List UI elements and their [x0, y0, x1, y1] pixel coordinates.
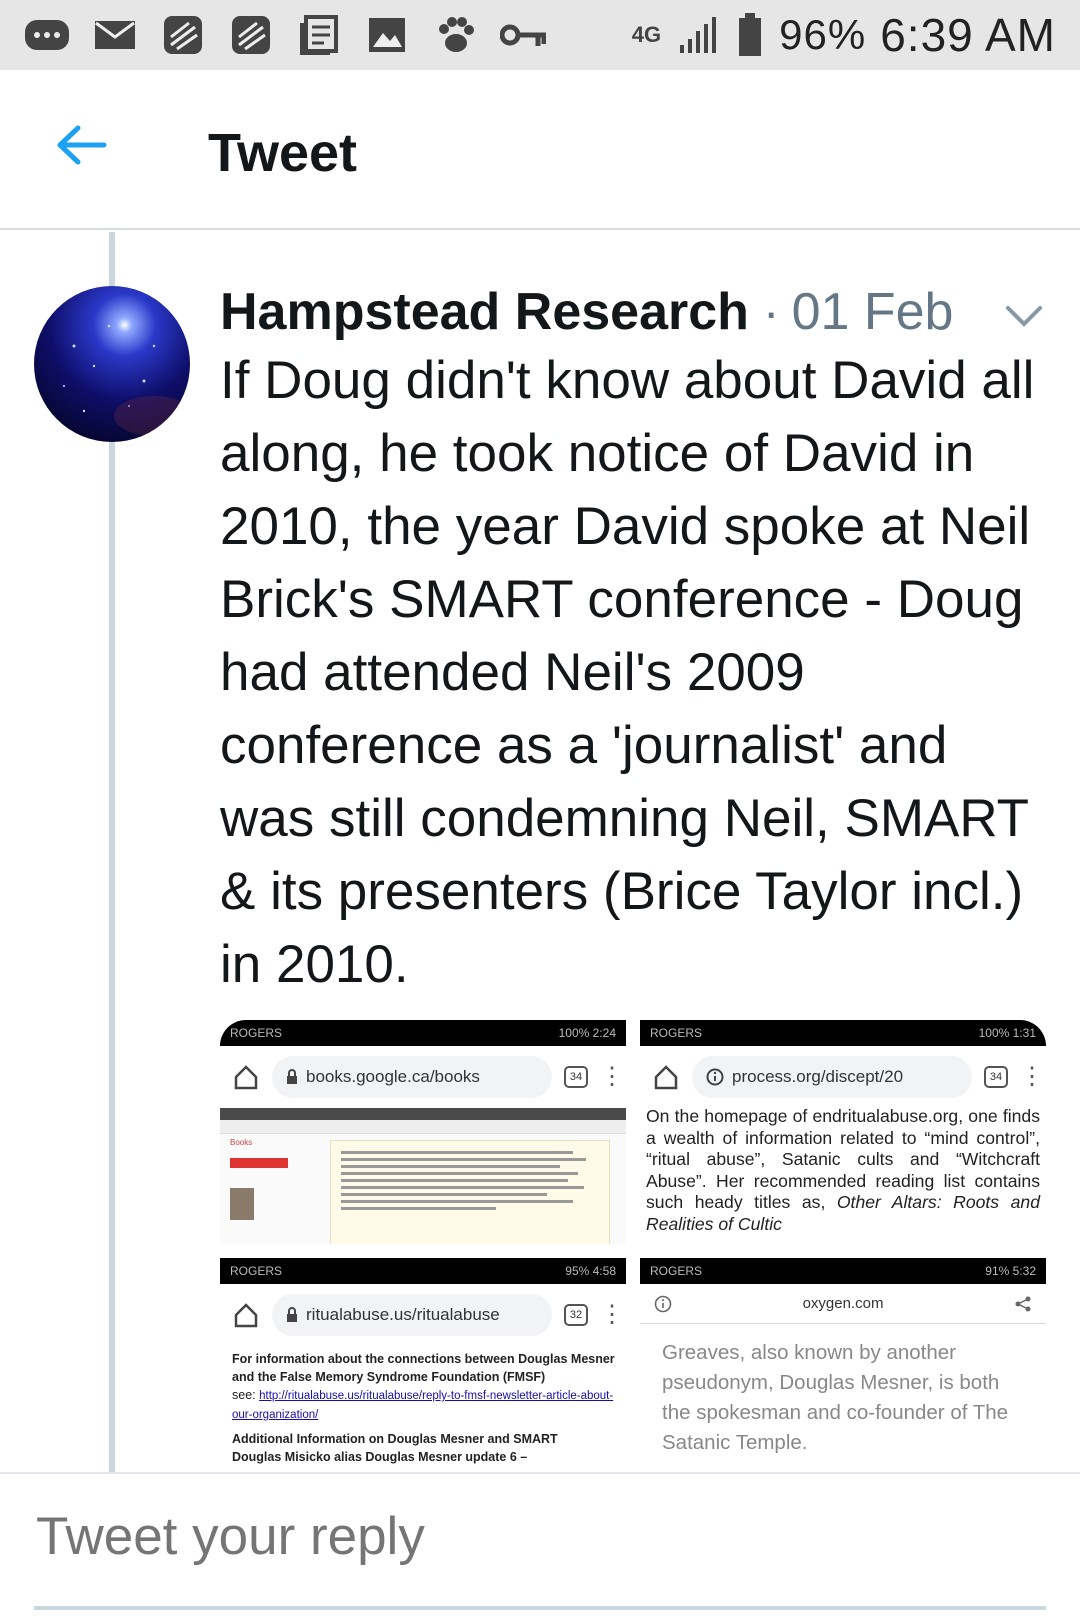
- tab-count: 34: [564, 1066, 588, 1088]
- media-grid: ROGERS 100% 2:24 books.google.ca/books 3…: [220, 1020, 1046, 1472]
- carrier-label: ROGERS: [650, 1026, 703, 1040]
- kebab-menu-icon: ⋮: [600, 1301, 624, 1328]
- url-bar: process.org/discept/20: [692, 1056, 972, 1098]
- article-link: http://ritualabuse.us/ritualabuse/reply-…: [232, 1390, 614, 1421]
- phone-status: 91% 5:32: [985, 1264, 1036, 1278]
- reply-underline: [34, 1606, 1046, 1610]
- carrier-label: ROGERS: [230, 1264, 283, 1278]
- media-image-oxygen[interactable]: ROGERS 91% 5:32 oxygen.com Greaves, also…: [640, 1258, 1046, 1472]
- browser-url-row: process.org/discept/20 34 ⋮: [640, 1046, 1046, 1108]
- blackberry-icon: [228, 15, 274, 55]
- mail-icon: [92, 15, 138, 55]
- body-heading: For information about the connections be…: [232, 1352, 615, 1384]
- page-body: For information about the connections be…: [232, 1350, 618, 1466]
- clock: 6:39 AM: [880, 9, 1056, 61]
- signal-icon: [675, 15, 721, 55]
- carrier-label: ROGERS: [650, 1264, 703, 1278]
- book-excerpt: [330, 1140, 610, 1244]
- battery-icon: [735, 13, 765, 56]
- body-subheading: Additional Information on Douglas Mesner…: [232, 1432, 558, 1446]
- phone-status-bar: ROGERS 100% 1:31: [640, 1020, 1046, 1046]
- books-page: Books: [220, 1108, 626, 1244]
- phone-status-bar: ROGERS 100% 2:24: [220, 1020, 626, 1046]
- book-cover: [230, 1188, 254, 1220]
- media-image-ritualabuse[interactable]: ROGERS 95% 4:58 ritualabuse.us/ritualabu…: [220, 1258, 626, 1472]
- phone-status: 100% 2:24: [558, 1026, 616, 1040]
- chevron-down-icon[interactable]: [1002, 296, 1046, 336]
- tweet-date: 01 Feb: [791, 283, 954, 341]
- books-toolbar: [220, 1120, 626, 1134]
- page-title: Tweet: [208, 123, 358, 183]
- tweet-text: If Doug didn't know about David all alon…: [220, 351, 1035, 994]
- back-arrow-icon[interactable]: [52, 120, 112, 170]
- browser-url-row: oxygen.com: [640, 1284, 1046, 1324]
- kebab-menu-icon: ⋮: [600, 1063, 624, 1090]
- lock-icon: [287, 1307, 297, 1322]
- url-text: books.google.ca/books: [306, 1067, 480, 1086]
- google-toolbar: [220, 1108, 626, 1120]
- author-name[interactable]: Hampstead Research: [220, 282, 749, 342]
- separator-dot: ·: [762, 284, 780, 340]
- browser-url-row: books.google.ca/books 34 ⋮: [220, 1046, 626, 1108]
- url-text: ritualabuse.us/ritualabuse: [306, 1305, 500, 1324]
- tab-count: 32: [564, 1304, 588, 1326]
- home-icon: [652, 1063, 680, 1091]
- url-text: oxygen.com: [802, 1295, 884, 1312]
- see-label: see:: [232, 1388, 260, 1402]
- media-image-process-org[interactable]: ROGERS 100% 1:31 process.org/discept/20 …: [640, 1020, 1046, 1244]
- lock-icon: [287, 1069, 297, 1084]
- article-paragraph: On the homepage of endritualabuse.org, o…: [646, 1106, 1040, 1236]
- url-text: process.org/discept/20: [732, 1067, 904, 1086]
- avatar[interactable]: [34, 286, 190, 442]
- paw-icon: [432, 15, 478, 55]
- info-icon: [654, 1295, 672, 1312]
- home-icon: [232, 1063, 260, 1091]
- blackberry-icon: [160, 15, 206, 55]
- reply-input[interactable]: [36, 1504, 1046, 1568]
- article-text: Greaves, also known by another pseudonym…: [662, 1341, 1009, 1454]
- reply-composer: [0, 1472, 1080, 1620]
- tweet-screen: 4G 96% 6:39 AM Tweet Hampstead Research …: [0, 0, 1080, 1620]
- media-image-google-books[interactable]: ROGERS 100% 2:24 books.google.ca/books 3…: [220, 1020, 626, 1244]
- kebab-menu-icon: ⋮: [1020, 1063, 1044, 1090]
- tweet-header: Hampstead Research · 01 Feb: [220, 282, 953, 344]
- tab-count: 34: [984, 1066, 1008, 1088]
- news-icon: [296, 15, 342, 55]
- books-label: Books: [230, 1138, 253, 1147]
- url-bar: ritualabuse.us/ritualabuse: [272, 1294, 552, 1336]
- carrier-label: ROGERS: [230, 1026, 283, 1040]
- share-icon: [1015, 1296, 1031, 1311]
- phone-status: 95% 4:58: [565, 1264, 616, 1278]
- app-bar: Tweet: [0, 70, 1080, 230]
- phone-status-bar: ROGERS 91% 5:32: [640, 1258, 1046, 1284]
- home-icon: [232, 1301, 260, 1329]
- phone-status: 100% 1:31: [978, 1026, 1036, 1040]
- network-type: 4G: [631, 22, 662, 47]
- status-bar: 4G 96% 6:39 AM: [0, 0, 1080, 70]
- buy-ebook-button: [230, 1158, 288, 1168]
- more-icon: [24, 15, 70, 55]
- battery-percent: 96%: [779, 11, 867, 58]
- browser-url-row: ritualabuse.us/ritualabuse 32 ⋮: [220, 1284, 626, 1346]
- key-icon: [500, 15, 546, 55]
- body-subheading-2: Douglas Misicko alias Douglas Mesner upd…: [232, 1450, 528, 1464]
- url-bar: books.google.ca/books: [272, 1056, 552, 1098]
- phone-status-bar: ROGERS 95% 4:58: [220, 1258, 626, 1284]
- gallery-icon: [364, 15, 410, 55]
- info-icon: [706, 1068, 724, 1086]
